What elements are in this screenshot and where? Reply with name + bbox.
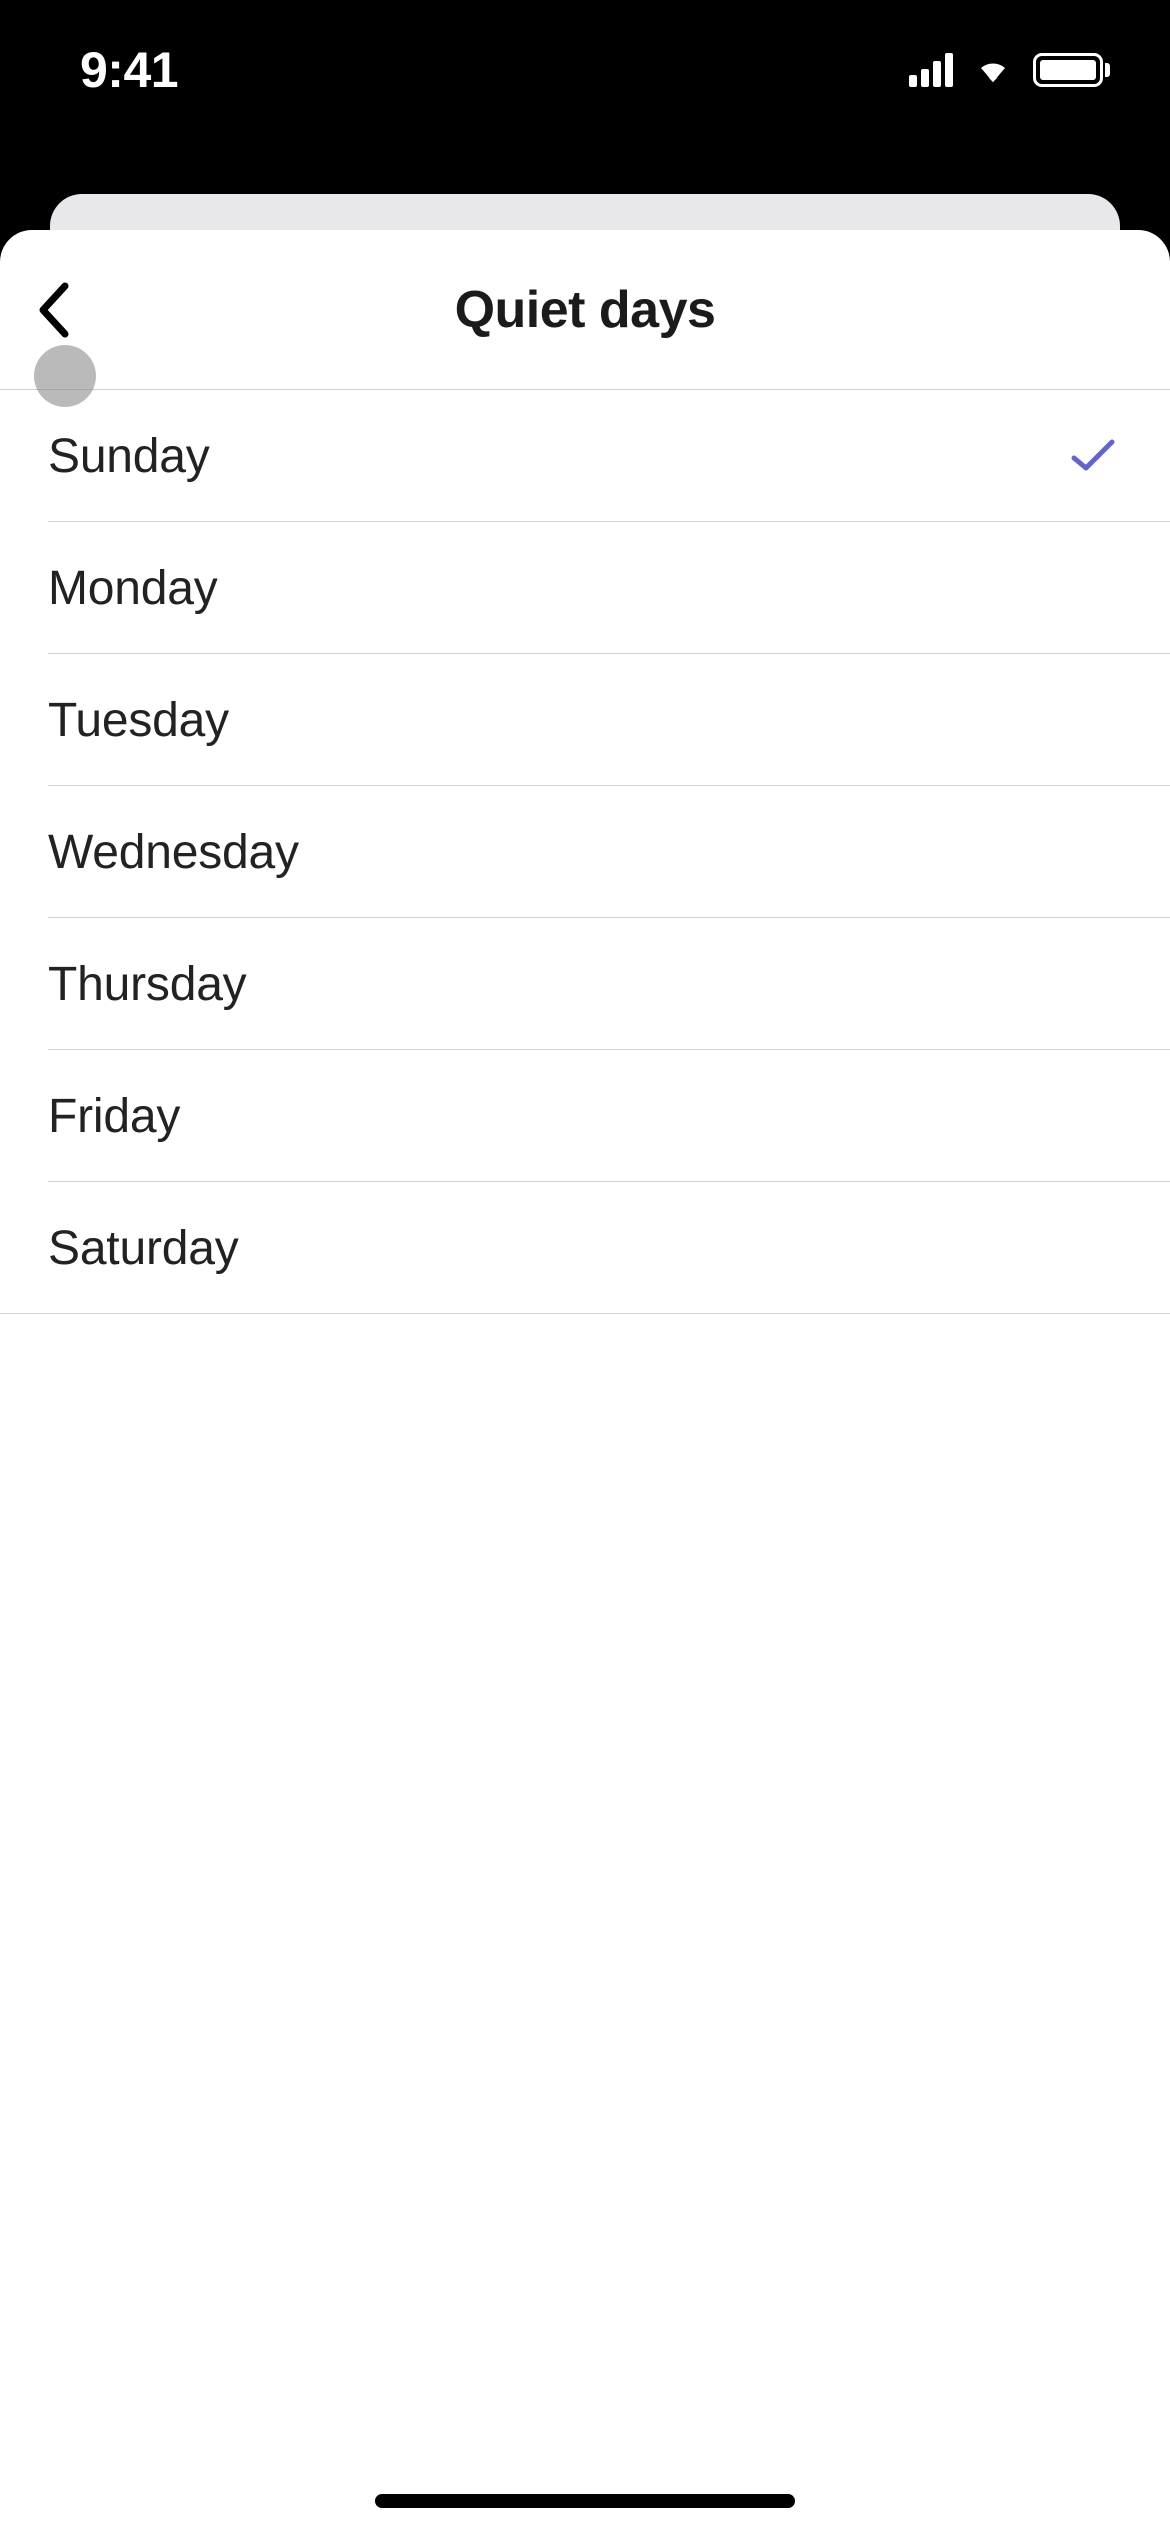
day-label: Thursday	[48, 957, 247, 1012]
day-label: Wednesday	[48, 825, 299, 880]
day-label: Monday	[48, 561, 218, 616]
back-button[interactable]	[24, 280, 84, 340]
cellular-signal-icon	[909, 53, 953, 87]
day-row-saturday[interactable]: Saturday	[0, 1182, 1170, 1314]
chevron-left-icon	[37, 282, 71, 338]
navigation-bar: Quiet days	[0, 230, 1170, 390]
day-row-sunday[interactable]: Sunday	[0, 390, 1170, 522]
day-row-friday[interactable]: Friday	[0, 1050, 1170, 1182]
battery-icon	[1033, 53, 1110, 87]
home-indicator[interactable]	[375, 2494, 795, 2508]
day-row-thursday[interactable]: Thursday	[0, 918, 1170, 1050]
checkmark-icon	[1070, 438, 1116, 474]
days-list: Sunday Monday Tuesday Wednesday Thursday	[0, 390, 1170, 1314]
day-row-monday[interactable]: Monday	[0, 522, 1170, 654]
status-indicators	[909, 53, 1110, 87]
wifi-icon	[971, 54, 1015, 86]
day-label: Friday	[48, 1089, 180, 1144]
status-bar: 9:41	[0, 0, 1170, 140]
day-label: Tuesday	[48, 693, 229, 748]
day-row-tuesday[interactable]: Tuesday	[0, 654, 1170, 786]
page-title: Quiet days	[455, 280, 716, 340]
status-time: 9:41	[80, 41, 178, 99]
day-row-wednesday[interactable]: Wednesday	[0, 786, 1170, 918]
day-label: Saturday	[48, 1221, 239, 1276]
settings-sheet: Quiet days Sunday Monday Tuesday Wednesd…	[0, 230, 1170, 2532]
day-label: Sunday	[48, 429, 210, 484]
